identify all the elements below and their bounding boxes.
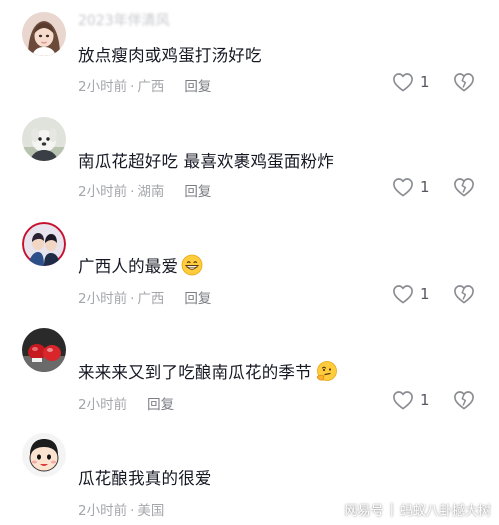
avatar[interactable]: [22, 117, 66, 161]
comment-text-content: 广西人的最爱: [78, 257, 179, 276]
thinking-face-icon: [315, 360, 337, 382]
heart-icon: [393, 391, 413, 410]
heart-icon: [393, 285, 413, 304]
comment-text-content: 瓜花酿我真的很爱: [78, 469, 212, 488]
meta-separator: ·: [130, 503, 135, 519]
comment-text-content: 来来来又到了吃酿南瓜花的季节: [78, 363, 312, 382]
comment-username[interactable]: 2023年伴清风: [78, 10, 170, 30]
dislike-button[interactable]: [453, 284, 475, 308]
avatar[interactable]: [22, 12, 66, 56]
like-count: 1: [420, 178, 430, 196]
like-count: 1: [420, 285, 430, 303]
comment-time: 2小时前: [78, 184, 128, 200]
comment-meta: 2小时前 · 广西 回复: [78, 75, 211, 95]
comment-meta: 2小时前 回复: [78, 393, 174, 413]
broken-heart-icon: [454, 178, 474, 197]
avatar-couple-image: [22, 222, 66, 266]
dislike-button[interactable]: [453, 177, 475, 201]
watermark: 网易号 | 蚂蚁八卦撼大树: [345, 500, 491, 519]
meta-separator: ·: [130, 79, 135, 95]
reply-button[interactable]: 回复: [184, 291, 211, 307]
avatar-girl-image: [22, 12, 66, 56]
comment-meta: 2小时前 · 湖南 回复: [78, 180, 211, 200]
watermark-platform: 网易号: [344, 504, 384, 519]
comment-text: 南瓜花超好吃 最喜欢裹鸡蛋面粉炸: [78, 148, 334, 172]
avatar-dog-image: [22, 117, 66, 161]
watermark-author: 蚂蚁八卦撼大树: [399, 504, 491, 519]
comment-time: 2小时前: [78, 503, 128, 519]
comment-location: 湖南: [137, 184, 165, 200]
comment-meta: 2小时前 · 广西 回复: [78, 287, 211, 307]
comment-location: 美国: [137, 503, 165, 519]
reply-button[interactable]: 回复: [184, 184, 211, 200]
like-button[interactable]: 1: [392, 72, 430, 92]
comment-text: 广西人的最爱: [78, 253, 203, 277]
broken-heart-icon: [454, 391, 474, 410]
like-button[interactable]: 1: [392, 177, 430, 197]
comment-meta: 2小时前 · 美国: [78, 499, 164, 519]
avatar-boxing-gloves-image: [22, 328, 66, 372]
comment-time: 2小时前: [78, 291, 128, 307]
meta-separator: ·: [130, 291, 135, 307]
watermark-separator: |: [389, 502, 394, 517]
dislike-button[interactable]: [453, 390, 475, 414]
heart-icon: [393, 73, 413, 92]
comment-time: 2小时前: [78, 79, 128, 95]
dislike-button[interactable]: [453, 72, 475, 96]
like-count: 1: [420, 391, 430, 409]
grinning-face-icon: [181, 254, 203, 276]
avatar[interactable]: [22, 433, 66, 477]
avatar-cartoon-boy-image: [22, 433, 66, 477]
broken-heart-icon: [454, 285, 474, 304]
comment-text: 瓜花酿我真的很爱: [78, 465, 212, 489]
heart-icon: [393, 178, 413, 197]
reply-button[interactable]: 回复: [147, 397, 174, 413]
comment-text-content: 放点瘦肉或鸡蛋打汤好吃: [78, 46, 262, 65]
comment-text: 放点瘦肉或鸡蛋打汤好吃: [78, 42, 262, 66]
comment-text: 来来来又到了吃酿南瓜花的季节: [78, 359, 337, 383]
comment-location: 广西: [137, 291, 165, 307]
like-button[interactable]: 1: [392, 284, 430, 304]
meta-separator: ·: [130, 184, 135, 200]
avatar[interactable]: [22, 328, 66, 372]
comment-text-content: 南瓜花超好吃 最喜欢裹鸡蛋面粉炸: [78, 152, 334, 171]
broken-heart-icon: [454, 73, 474, 92]
comment-location: 广西: [137, 79, 165, 95]
like-count: 1: [420, 73, 430, 91]
comment-time: 2小时前: [78, 397, 128, 413]
like-button[interactable]: 1: [392, 390, 430, 410]
avatar[interactable]: [22, 222, 66, 266]
reply-button[interactable]: 回复: [184, 79, 211, 95]
